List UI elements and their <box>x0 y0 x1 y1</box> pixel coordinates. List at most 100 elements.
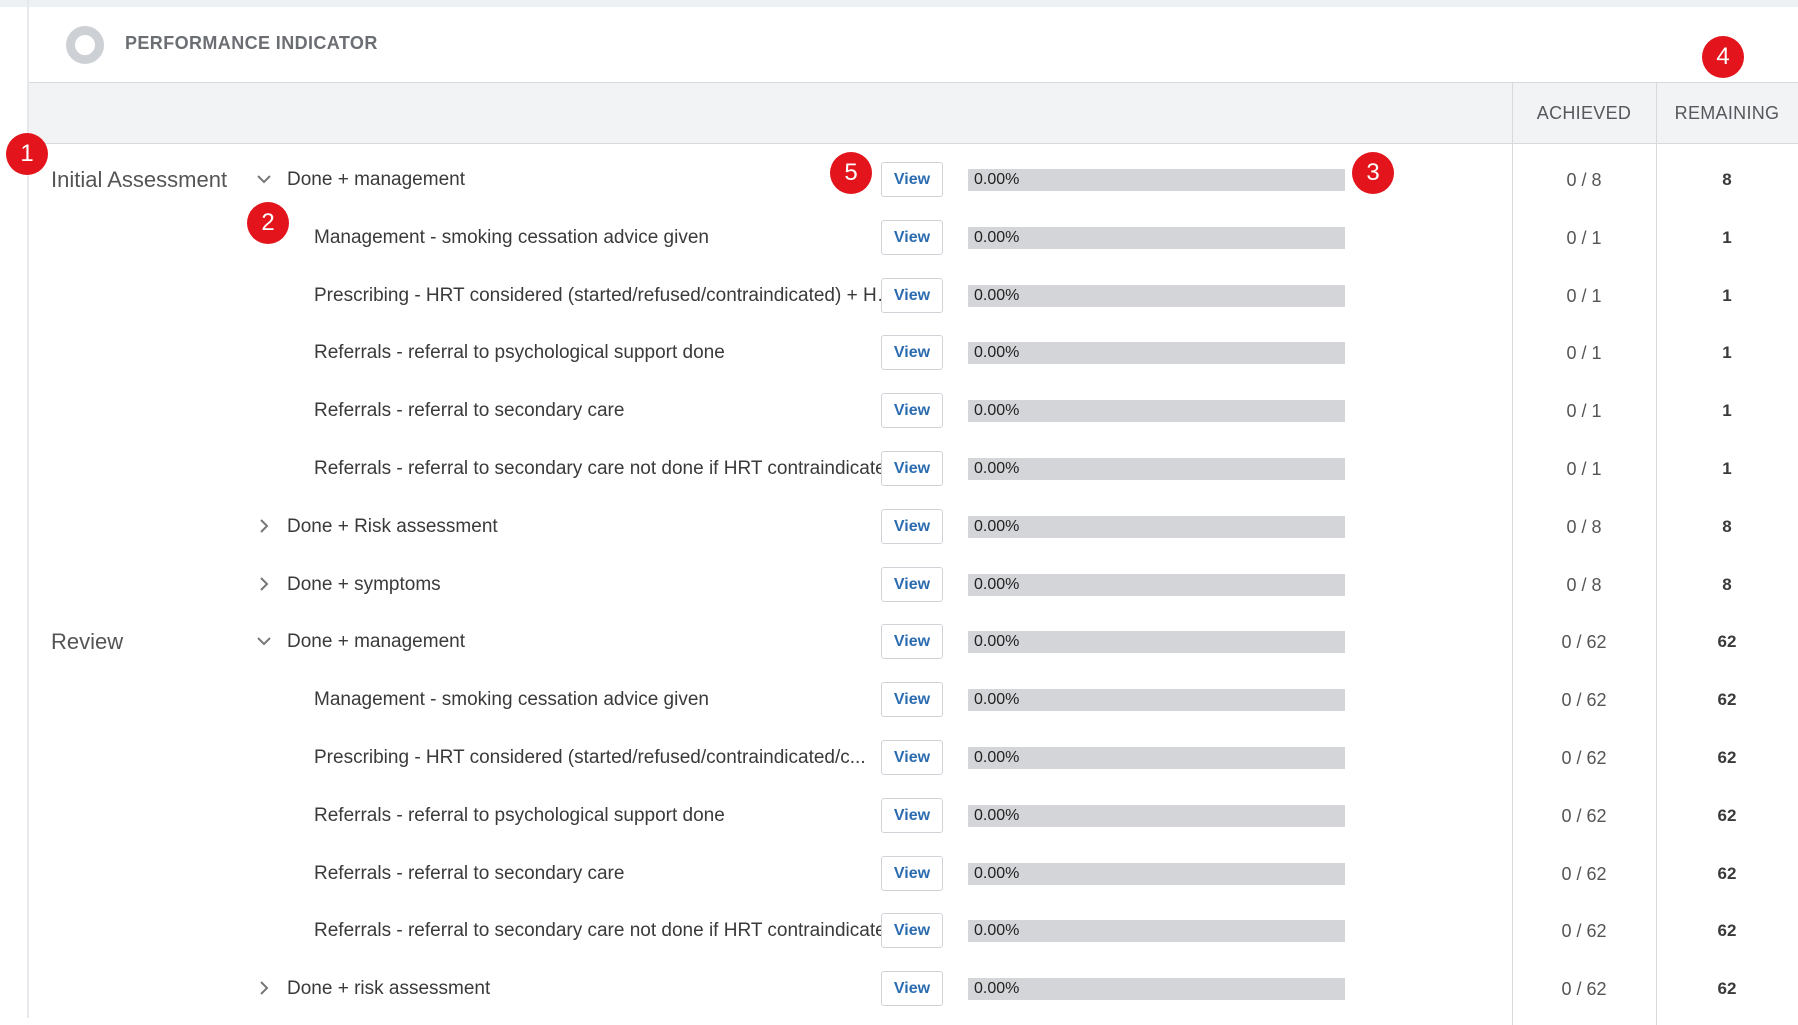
progress-text: 0.00% <box>974 806 1020 824</box>
chevron-down-icon[interactable] <box>255 170 273 188</box>
remaining-value: 62 <box>1717 921 1737 941</box>
remaining-value: 8 <box>1722 170 1732 189</box>
progress-text: 0.00% <box>974 228 1020 246</box>
achieved-value: 0 / 62 <box>1561 690 1607 711</box>
view-button[interactable]: View <box>881 162 943 197</box>
sub-indicator-label: Management - smoking cessation advice gi… <box>314 226 709 248</box>
view-button[interactable]: View <box>881 393 943 429</box>
progress-bar: 0.00% <box>968 169 1345 191</box>
progress-bar: 0.00% <box>968 284 1345 307</box>
column-header-achieved[interactable]: ACHIEVED <box>1512 83 1656 143</box>
view-button[interactable]: View <box>881 508 943 544</box>
progress-bar: 0.00% <box>968 747 1345 769</box>
chevron-right-icon[interactable] <box>255 575 273 593</box>
table-row: Review Done + management View 0.00% 0 / 62 62 <box>29 613 1798 671</box>
view-button[interactable]: View <box>881 855 943 891</box>
view-button[interactable]: View <box>881 913 943 949</box>
sub-indicator-label: Prescribing - HRT considered (started/re… <box>314 284 906 306</box>
table-row: Referrals - referral to psychological su… <box>29 324 1798 382</box>
remaining-value: 1 <box>1722 343 1732 363</box>
table-row: Done + risk assessment View 0.00% 0 / 62 62 <box>29 960 1798 1018</box>
remaining-value: 1 <box>1722 285 1732 305</box>
top-strip <box>0 0 1798 7</box>
progress-bar: 0.00% <box>968 689 1345 712</box>
view-button[interactable]: View <box>881 451 943 486</box>
chevron-down-icon[interactable] <box>255 632 273 650</box>
column-header-remaining[interactable]: REMAINING <box>1656 83 1798 143</box>
view-button[interactable]: View <box>881 624 943 660</box>
indicator-label: Done + management <box>287 631 465 653</box>
progress-bar: 0.00% <box>968 226 1345 249</box>
remaining-value: 8 <box>1722 574 1732 594</box>
progress-bar: 0.00% <box>968 342 1345 365</box>
view-button[interactable]: View <box>881 335 943 371</box>
ring-icon <box>66 26 104 64</box>
progress-bar: 0.00% <box>968 804 1345 827</box>
progress-text: 0.00% <box>974 749 1020 766</box>
view-button[interactable]: View <box>881 740 943 775</box>
annotation-badge: 5 <box>830 152 872 194</box>
progress-text: 0.00% <box>974 286 1020 304</box>
sub-indicator-label: Referrals - referral to secondary care n… <box>314 458 897 479</box>
remaining-value: 62 <box>1717 748 1737 767</box>
sub-indicator-label: Prescribing - HRT considered (started/re… <box>314 747 866 768</box>
table-header: ACHIEVED REMAINING <box>29 82 1798 144</box>
achieved-value: 0 / 1 <box>1566 459 1602 479</box>
progress-text: 0.00% <box>974 344 1020 362</box>
view-button[interactable]: View <box>881 277 943 313</box>
section-label: Review <box>51 629 124 655</box>
panel-title: PERFORMANCE INDICATOR <box>125 33 378 53</box>
progress-bar: 0.00% <box>968 920 1345 943</box>
sub-indicator-label: Referrals - referral to secondary care n… <box>314 920 897 942</box>
sub-indicator-label: Management - smoking cessation advice gi… <box>314 689 709 711</box>
view-button[interactable]: View <box>881 971 943 1007</box>
progress-bar: 0.00% <box>968 978 1345 1001</box>
achieved-value: 0 / 62 <box>1561 748 1607 768</box>
table-row: Referrals - referral to secondary care n… <box>29 440 1798 498</box>
table-row: Prescribing - HRT considered (started/re… <box>29 729 1798 787</box>
progress-bar: 0.00% <box>968 631 1345 654</box>
progress-bar: 0.00% <box>968 400 1345 423</box>
sub-indicator-label: Referrals - referral to secondary care <box>314 862 625 884</box>
achieved-value: 0 / 8 <box>1566 574 1602 595</box>
view-button[interactable]: View <box>881 682 943 718</box>
remaining-value: 1 <box>1722 227 1732 247</box>
remaining-value: 62 <box>1717 805 1737 825</box>
progress-text: 0.00% <box>974 980 1020 998</box>
table-row: Done + symptoms View 0.00% 0 / 8 8 <box>29 556 1798 614</box>
view-button[interactable]: View <box>881 566 943 602</box>
table-row: Done + Risk assessment View 0.00% 0 / 8 8 <box>29 498 1798 556</box>
remaining-value: 62 <box>1717 979 1737 999</box>
remaining-value: 8 <box>1722 516 1732 536</box>
remaining-value: 62 <box>1717 632 1737 652</box>
table-row: Management - smoking cessation advice gi… <box>29 671 1798 729</box>
remaining-value: 1 <box>1722 459 1732 478</box>
achieved-value: 0 / 1 <box>1566 401 1602 422</box>
table-row: Referrals - referral to secondary care n… <box>29 902 1798 960</box>
achieved-value: 0 / 62 <box>1561 632 1607 653</box>
indicator-label: Done + management <box>287 169 465 190</box>
view-button[interactable]: View <box>881 797 943 833</box>
achieved-value: 0 / 62 <box>1561 805 1607 826</box>
section-label: Initial Assessment <box>51 167 228 192</box>
chevron-right-icon[interactable] <box>255 517 273 535</box>
performance-indicator-panel: PERFORMANCE INDICATOR ACHIEVED REMAINING… <box>29 7 1798 1025</box>
achieved-value: 0 / 1 <box>1566 227 1602 248</box>
table-row: Referrals - referral to secondary care Vi… <box>29 845 1798 903</box>
table-row: Referrals - referral to psychological su… <box>29 787 1798 845</box>
annotation-badge: 4 <box>1702 36 1744 78</box>
view-button[interactable]: View <box>881 219 943 255</box>
progress-text: 0.00% <box>974 922 1020 940</box>
achieved-value: 0 / 62 <box>1561 921 1607 942</box>
remaining-value: 62 <box>1717 690 1737 710</box>
annotation-badge: 1 <box>6 133 48 175</box>
progress-bar: 0.00% <box>968 573 1345 596</box>
indicator-label: Done + symptoms <box>287 573 441 595</box>
chevron-right-icon[interactable] <box>255 979 273 997</box>
panel-header: PERFORMANCE INDICATOR <box>29 7 1798 82</box>
table-row: Management - smoking cessation advice gi… <box>29 209 1798 267</box>
progress-text: 0.00% <box>974 460 1020 477</box>
progress-text: 0.00% <box>974 517 1020 535</box>
table-row: Prescribing - HRT considered (started/re… <box>29 267 1798 325</box>
indicator-label: Done + Risk assessment <box>287 515 498 537</box>
